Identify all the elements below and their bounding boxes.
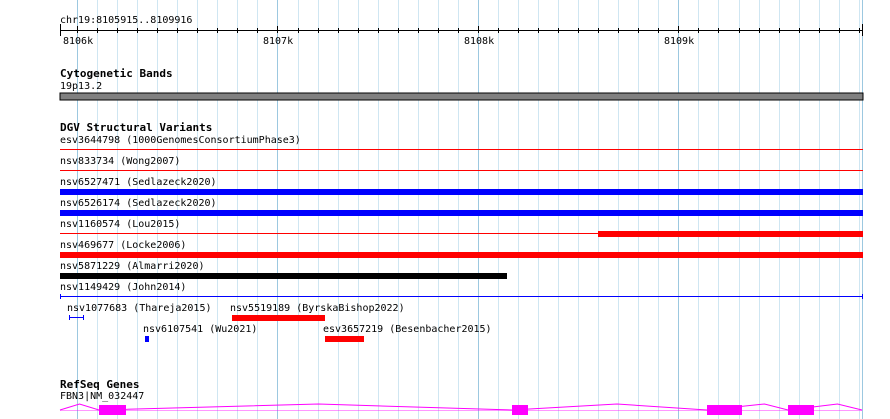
- gene-exon: [512, 405, 528, 415]
- gene-exon: [99, 405, 126, 415]
- ruler-tick-label: 8107k: [263, 36, 293, 47]
- variant-label[interactable]: esv3644798 (1000GenomesConsortiumPhase3): [60, 135, 301, 147]
- ruler-tick-label: 8106k: [63, 36, 93, 47]
- variant-feature-thick: [598, 231, 863, 237]
- variant-label[interactable]: nsv6107541 (Wu2021): [143, 324, 257, 336]
- refseq-gene-label[interactable]: FBN3|NM_032447: [60, 391, 144, 403]
- variant-label[interactable]: nsv1077683 (Thareja2015): [67, 303, 212, 315]
- variant-feature: [60, 252, 863, 258]
- variant-label[interactable]: nsv833734 (Wong2007): [60, 156, 180, 168]
- variant-feature: [145, 336, 149, 342]
- variant-feature: [60, 273, 507, 279]
- location-label: chr19:8105915..8109916: [60, 15, 193, 26]
- variant-label[interactable]: nsv5871229 (Almarri2020): [60, 261, 205, 273]
- cytoband-label: 19p13.2: [60, 81, 103, 92]
- variant-label[interactable]: nsv6527471 (Sedlazeck2020): [60, 177, 217, 189]
- variant-feature: [325, 336, 364, 342]
- variant-label[interactable]: nsv1149429 (John2014): [60, 282, 186, 294]
- cytoband-bar: [59, 92, 864, 101]
- refseq-track-title[interactable]: RefSeq Genes: [60, 379, 139, 391]
- gene-exon: [707, 405, 742, 415]
- variant-feature: [60, 189, 863, 195]
- dgv-track-title[interactable]: DGV Structural Variants: [60, 122, 212, 134]
- variant-feature: [232, 315, 325, 321]
- variant-label[interactable]: nsv469677 (Locke2006): [60, 240, 186, 252]
- ruler-tick-label: 8108k: [464, 36, 494, 47]
- genome-browser-view: 8106k 8107k 8108k 8109k chr19:8105915..8109…: [0, 0, 890, 419]
- gene-exon: [788, 405, 814, 415]
- ruler-tick-label: 8109k: [664, 36, 694, 47]
- variant-label[interactable]: nsv5519189 (ByrskaBishop2022): [230, 303, 405, 315]
- variant-label[interactable]: esv3657219 (Besenbacher2015): [323, 324, 492, 336]
- cytoband-track-title[interactable]: Cytogenetic Bands: [60, 68, 173, 80]
- variant-label[interactable]: nsv6526174 (Sedlazeck2020): [60, 198, 217, 210]
- variant-feature: [60, 210, 863, 216]
- variant-label[interactable]: nsv1160574 (Lou2015): [60, 219, 180, 231]
